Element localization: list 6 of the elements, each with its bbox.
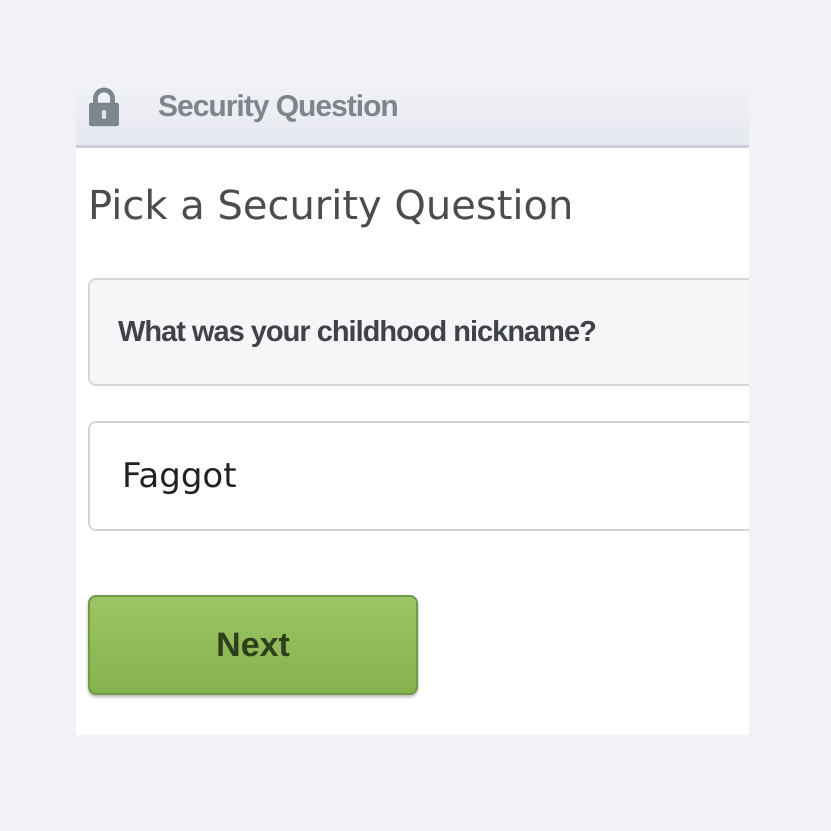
answer-field[interactable]: Faggot <box>88 421 749 531</box>
lock-icon <box>88 86 120 126</box>
next-button[interactable]: Next <box>88 595 418 695</box>
window-title: Security Question <box>158 90 398 124</box>
question-dropdown[interactable]: What was your childhood nickname? <box>88 278 749 386</box>
page-heading: Pick a Security Question <box>88 184 574 228</box>
